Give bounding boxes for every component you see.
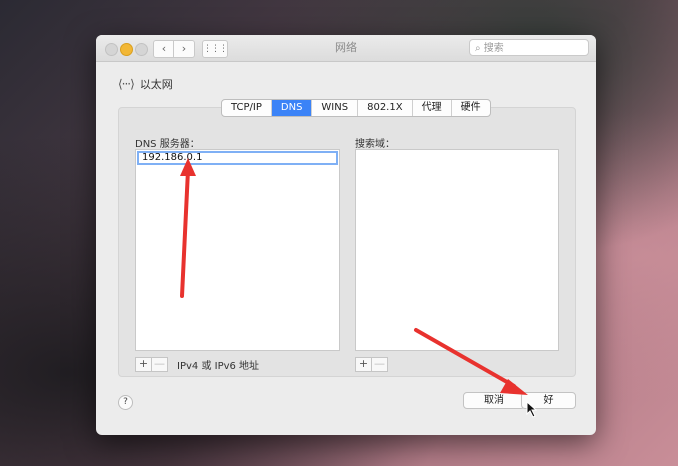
dns-servers-list[interactable]: 192.186.0.1 — [135, 149, 340, 351]
preferences-content: ⟨···⟩ 以太网 TCP/IP DNS WINS 802.1X 代理 硬件 D… — [96, 61, 596, 435]
tab-8021x[interactable]: 802.1X — [358, 100, 413, 116]
dns-panel: DNS 服务器： 搜索域： 192.186.0.1 + — IPv4 或 IPv… — [118, 107, 576, 377]
search-domains-list[interactable] — [355, 149, 559, 351]
search-add-remove-controls: + — — [355, 357, 388, 372]
search-remove-button[interactable]: — — [371, 358, 387, 371]
search-icon: ⌕ — [475, 43, 481, 54]
network-preferences-window: ‹ › ⋮⋮⋮ 网络 ⌕ 搜索 ⟨···⟩ 以太网 TCP/IP DNS WIN… — [96, 35, 596, 435]
dns-add-button[interactable]: + — [136, 358, 151, 371]
dns-servers-label: DNS 服务器： — [135, 139, 200, 150]
tab-wins[interactable]: WINS — [312, 100, 359, 116]
ok-button[interactable]: 好 — [521, 392, 576, 409]
tab-tcpip[interactable]: TCP/IP — [222, 100, 272, 116]
dns-address-hint: IPv4 或 IPv6 地址 — [177, 361, 260, 372]
title-bar: ‹ › ⋮⋮⋮ 网络 ⌕ 搜索 — [96, 35, 596, 62]
settings-tabs: TCP/IP DNS WINS 802.1X 代理 硬件 — [221, 99, 491, 117]
dns-add-remove-controls: + — — [135, 357, 168, 372]
service-header: ⟨···⟩ 以太网 — [118, 76, 173, 92]
search-field[interactable]: ⌕ 搜索 — [469, 39, 589, 56]
dns-server-entry-field[interactable]: 192.186.0.1 — [137, 151, 338, 165]
help-button[interactable]: ? — [118, 395, 133, 410]
tab-hardware[interactable]: 硬件 — [452, 100, 490, 116]
ethernet-icon: ⟨···⟩ — [118, 77, 135, 91]
tab-proxy[interactable]: 代理 — [413, 100, 452, 116]
search-domains-label: 搜索域： — [355, 139, 395, 150]
service-name: 以太网 — [139, 78, 173, 91]
tab-dns[interactable]: DNS — [271, 100, 313, 116]
search-placeholder: 搜索 — [483, 43, 504, 54]
search-add-button[interactable]: + — [356, 358, 371, 371]
dns-remove-button[interactable]: — — [151, 358, 167, 371]
cancel-button[interactable]: 取消 — [463, 392, 525, 409]
